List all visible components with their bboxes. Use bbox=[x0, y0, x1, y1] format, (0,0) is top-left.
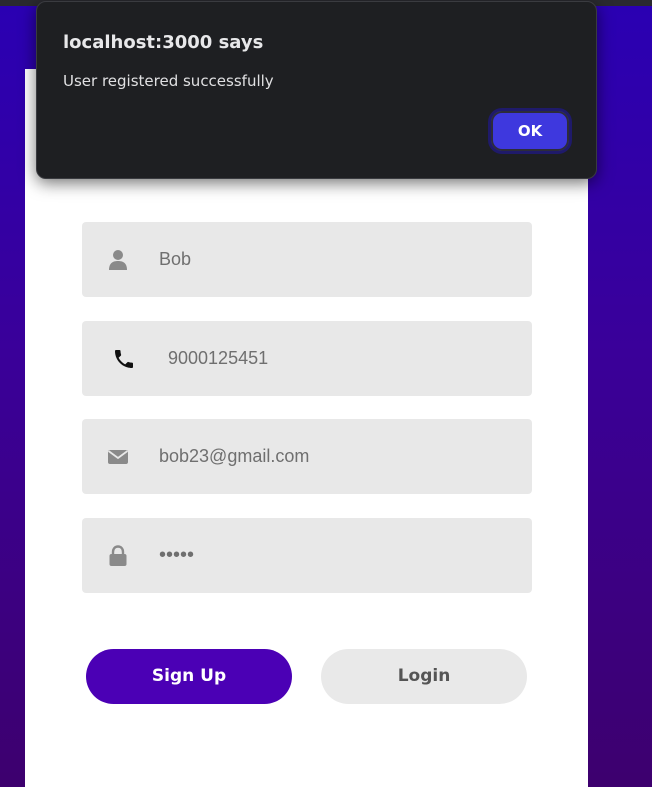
dialog-message: User registered successfully bbox=[63, 72, 274, 90]
phone-field[interactable]: 9000125451 bbox=[82, 321, 532, 396]
phone-icon bbox=[112, 347, 136, 371]
email-field[interactable]: bob23@gmail.com bbox=[82, 419, 532, 494]
alert-dialog: localhost:3000 says User registered succ… bbox=[36, 1, 597, 179]
email-value: bob23@gmail.com bbox=[159, 446, 310, 466]
name-field[interactable]: Bob bbox=[82, 222, 532, 297]
phone-value: 9000125451 bbox=[168, 348, 269, 368]
password-value: ••••• bbox=[159, 544, 195, 566]
user-icon bbox=[106, 248, 130, 272]
name-value: Bob bbox=[159, 249, 192, 269]
password-field[interactable]: ••••• bbox=[82, 518, 532, 593]
sign-up-button[interactable]: Sign Up bbox=[86, 649, 292, 704]
dialog-title: localhost:3000 says bbox=[63, 32, 264, 53]
lock-icon bbox=[106, 544, 130, 568]
login-button[interactable]: Login bbox=[321, 649, 527, 704]
ok-button[interactable]: OK bbox=[488, 108, 572, 154]
email-icon bbox=[106, 445, 130, 469]
